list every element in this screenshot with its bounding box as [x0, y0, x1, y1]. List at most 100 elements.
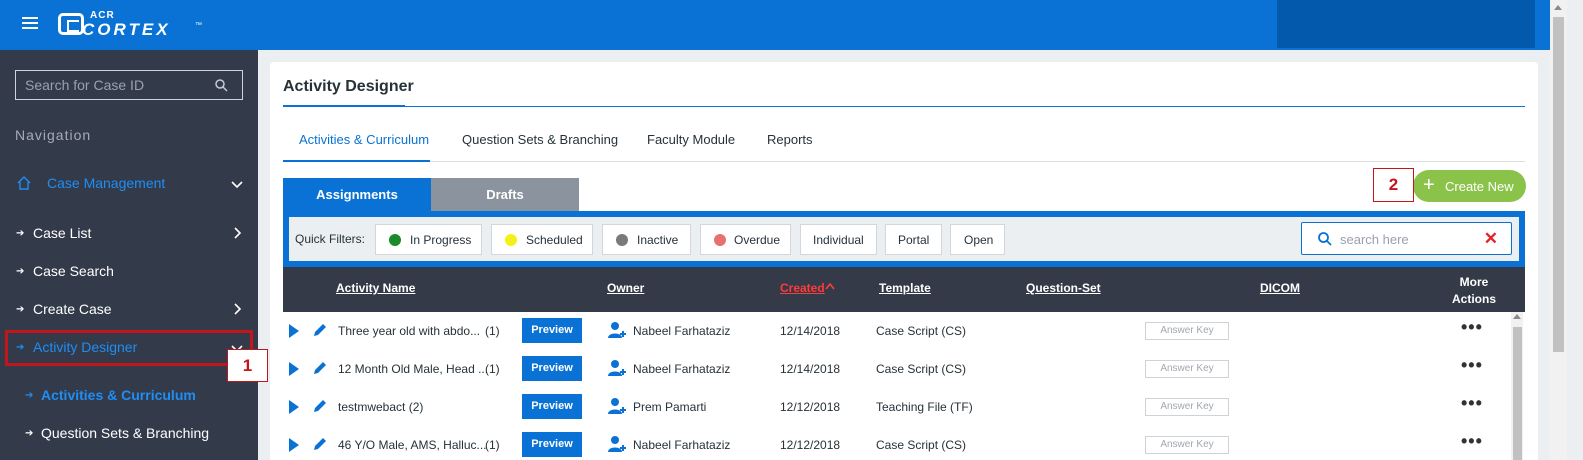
page-scroll-thumb[interactable] — [1553, 17, 1564, 352]
arrow-right-icon: ➔ — [16, 266, 25, 277]
top-bar: ACR CORTEX ™ — [0, 0, 1550, 50]
tab-activities-curriculum[interactable]: Activities & Curriculum — [283, 132, 430, 162]
tab-faculty-module[interactable]: Faculty Module — [647, 132, 735, 162]
owner-user-icon[interactable] — [608, 321, 628, 339]
page-title: Activity Designer — [283, 78, 414, 95]
hamburger-menu-icon[interactable] — [22, 17, 38, 30]
more-actions-icon[interactable]: ••• — [1461, 431, 1483, 452]
filter-portal[interactable]: Portal — [885, 224, 942, 255]
template-name: Case Script (CS) — [876, 324, 967, 338]
sort-up-icon[interactable] — [825, 282, 835, 290]
sidebar-item-case-management[interactable]: Case Management — [0, 168, 258, 200]
activity-name[interactable]: 46 Y/O Male, AMS, Halluc... — [338, 438, 487, 452]
col-dicom[interactable]: DICOM — [1260, 281, 1300, 295]
table-row: testmwebact (2) Preview Prem Pamarti 12/… — [283, 388, 1509, 426]
chevron-right-icon[interactable] — [231, 300, 243, 320]
tab-reports[interactable]: Reports — [767, 132, 813, 162]
col-template[interactable]: Template — [879, 281, 931, 295]
activity-name[interactable]: testmwebact (2) — [338, 400, 423, 414]
owner-user-icon[interactable] — [608, 435, 628, 453]
col-question-set[interactable]: Question-Set — [1026, 281, 1101, 295]
owner-user-icon[interactable] — [608, 397, 628, 415]
more-actions-icon[interactable]: ••• — [1461, 317, 1483, 338]
navigation-heading: Navigation — [15, 127, 92, 143]
page-scrollbar[interactable] — [1550, 0, 1567, 460]
sidebar-subitem-question-sets[interactable]: ➔ Question Sets & Branching — [0, 418, 258, 450]
activity-count: (1) — [485, 324, 500, 338]
col-activity-name[interactable]: Activity Name — [336, 281, 415, 295]
edit-pencil-icon[interactable] — [312, 398, 328, 414]
sidebar-item-case-search[interactable]: ➔ Case Search — [0, 256, 258, 288]
more-actions-icon[interactable]: ••• — [1461, 393, 1483, 414]
template-name: Case Script (CS) — [876, 438, 967, 452]
main-card: Activity Designer Activities & Curriculu… — [270, 62, 1538, 460]
filter-label: Individual — [813, 233, 864, 247]
created-date: 12/14/2018 — [780, 362, 841, 376]
activity-name[interactable]: 12 Month Old Male, Head ... — [338, 362, 488, 376]
expand-row-icon[interactable] — [289, 400, 299, 414]
acr-cortex-logo[interactable]: ACR CORTEX ™ — [58, 10, 208, 40]
status-dot-icon — [616, 234, 628, 246]
expand-row-icon[interactable] — [289, 438, 299, 452]
plus-icon: + — [1423, 174, 1435, 196]
answer-key-button[interactable]: Answer Key — [1145, 322, 1229, 340]
activity-name[interactable]: Three year old with abdo... — [338, 324, 480, 338]
preview-button[interactable]: Preview — [522, 356, 582, 381]
edit-pencil-icon[interactable] — [312, 322, 328, 338]
title-underline — [283, 105, 405, 107]
expand-row-icon[interactable] — [289, 324, 299, 338]
created-date: 12/12/2018 — [780, 400, 841, 414]
filter-label: Scheduled — [526, 233, 583, 247]
created-date: 12/14/2018 — [780, 324, 841, 338]
preview-button[interactable]: Preview — [522, 432, 582, 457]
owner-name: Nabeel Farhataziz — [633, 362, 731, 376]
filter-open[interactable]: Open — [950, 224, 1005, 255]
more-actions-icon[interactable]: ••• — [1461, 355, 1483, 376]
preview-button[interactable]: Preview — [522, 394, 582, 419]
col-more-actions: More Actions — [1441, 274, 1507, 308]
table-scroll-thumb[interactable] — [1513, 327, 1522, 460]
filter-inactive[interactable]: Inactive — [602, 224, 691, 255]
preview-button[interactable]: Preview — [522, 318, 582, 343]
create-new-button[interactable]: + Create New — [1413, 170, 1526, 202]
sidebar-item-create-case[interactable]: ➔ Create Case — [0, 294, 258, 326]
scroll-up-arrow-icon[interactable] — [1513, 314, 1521, 319]
sidebar-subitem-activities-curriculum[interactable]: ➔ Activities & Curriculum — [0, 380, 258, 412]
col-created[interactable]: Created — [780, 281, 825, 295]
status-dot-icon — [505, 234, 517, 246]
col-owner[interactable]: Owner — [607, 281, 644, 295]
filter-overdue[interactable]: Overdue — [700, 224, 791, 255]
filter-scheduled[interactable]: Scheduled — [491, 224, 593, 255]
clear-search-icon[interactable]: ✕ — [1484, 229, 1498, 249]
subtab-drafts[interactable]: Drafts — [431, 178, 579, 211]
answer-key-button[interactable]: Answer Key — [1145, 360, 1229, 378]
scroll-up-arrow-icon[interactable] — [1554, 5, 1562, 10]
answer-key-button[interactable]: Answer Key — [1145, 398, 1229, 416]
owner-user-icon[interactable] — [608, 359, 628, 377]
tab-question-sets[interactable]: Question Sets & Branching — [462, 132, 618, 162]
subtab-assignments[interactable]: Assignments — [283, 178, 431, 211]
search-icon — [1318, 232, 1332, 246]
sidebar-item-case-list[interactable]: ➔ Case List — [0, 218, 258, 250]
table-row: 46 Y/O Male, AMS, Halluc... (1) Preview … — [283, 426, 1509, 460]
filter-label: In Progress — [410, 233, 472, 247]
title-divider — [283, 106, 1525, 107]
case-id-search — [15, 70, 243, 100]
sidebar-item-label: Case Management — [47, 175, 166, 191]
highlight-box-activity-designer — [5, 330, 253, 366]
case-id-search-input[interactable] — [16, 71, 216, 99]
edit-pencil-icon[interactable] — [312, 360, 328, 376]
answer-key-button[interactable]: Answer Key — [1145, 436, 1229, 454]
filter-in-progress[interactable]: In Progress — [375, 224, 482, 255]
chevron-right-icon[interactable] — [231, 224, 243, 244]
search-icon[interactable] — [215, 79, 228, 92]
arrow-right-icon: ➔ — [16, 304, 25, 315]
chevron-down-icon[interactable] — [231, 174, 243, 194]
edit-pencil-icon[interactable] — [312, 436, 328, 452]
expand-row-icon[interactable] — [289, 362, 299, 376]
owner-name: Prem Pamarti — [633, 400, 707, 414]
activity-search-input[interactable] — [1340, 229, 1470, 249]
activity-count: (1) — [485, 438, 500, 452]
filter-individual[interactable]: Individual — [800, 224, 877, 255]
template-name: Case Script (CS) — [876, 362, 967, 376]
